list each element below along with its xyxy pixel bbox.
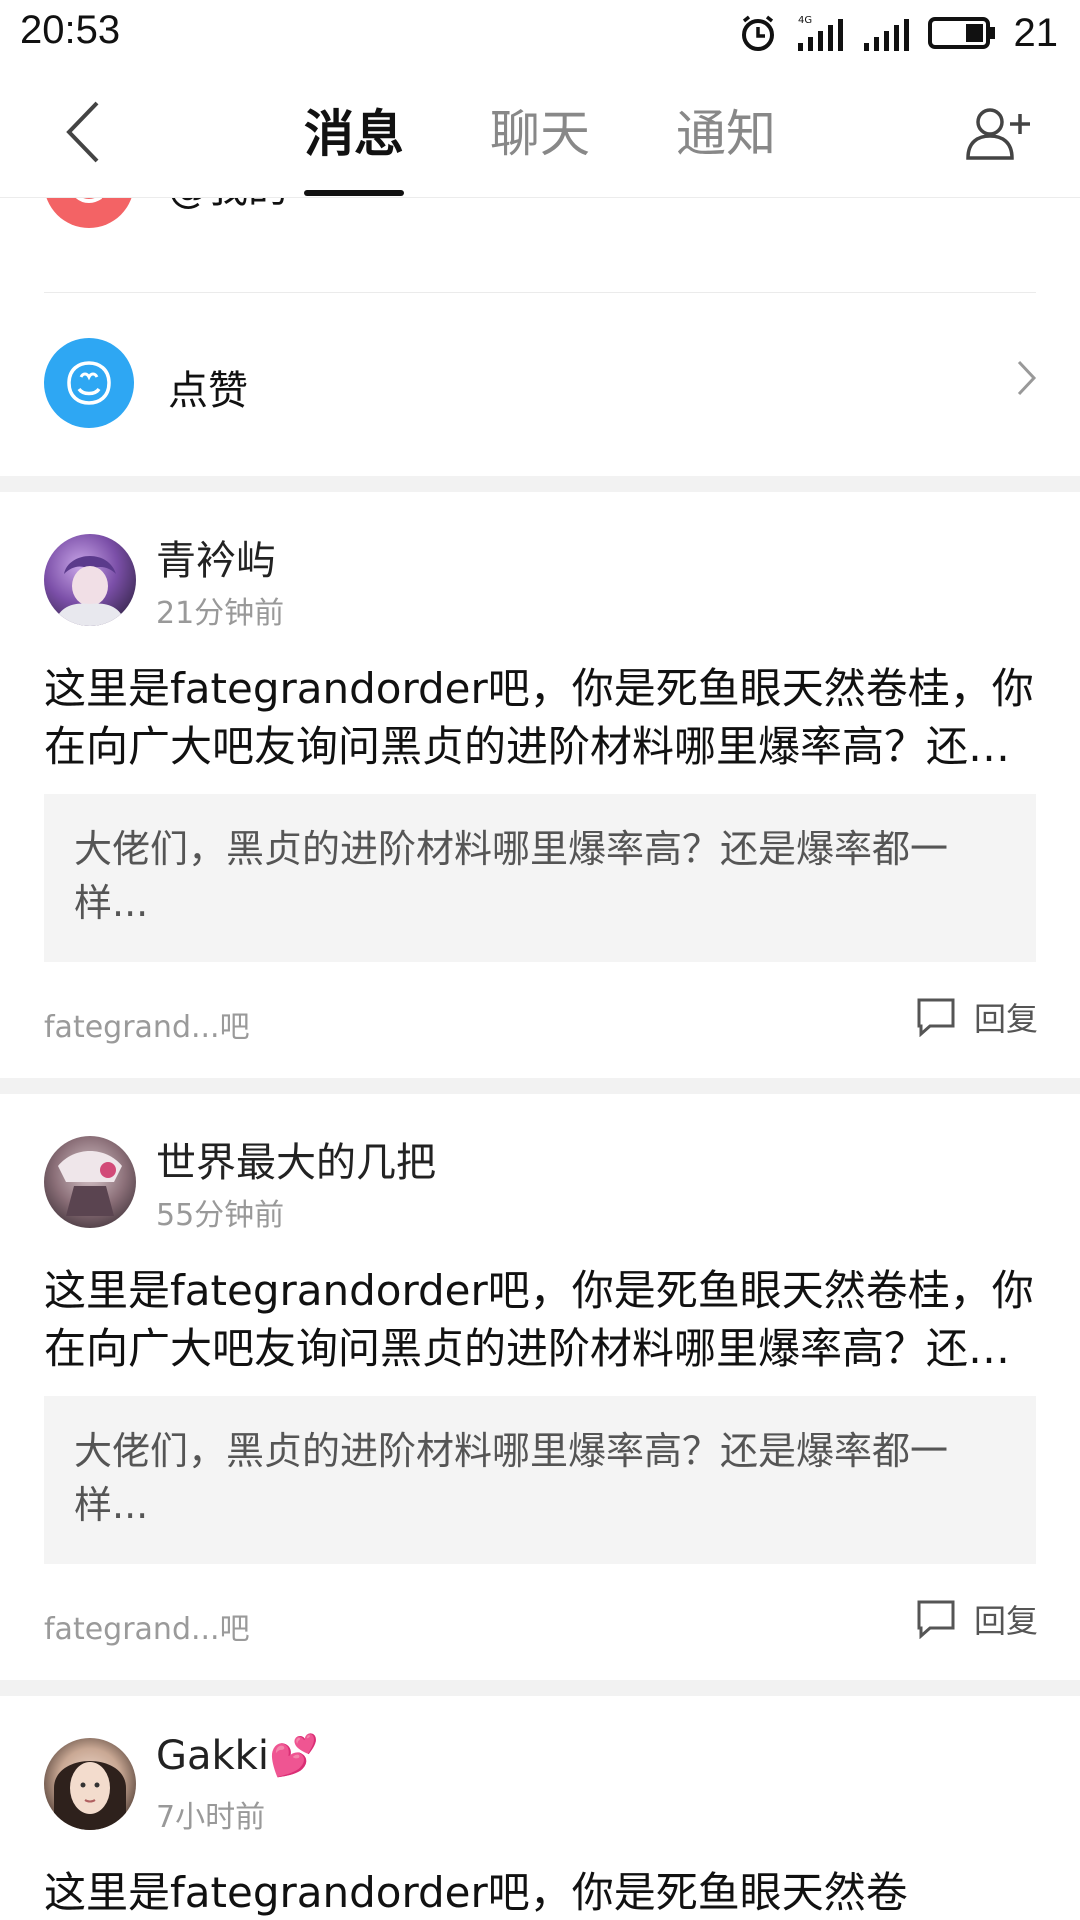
section-gap: [0, 1680, 1080, 1696]
post-time: 21分钟前: [156, 596, 285, 631]
section-gap: [0, 1078, 1080, 1094]
forum-name[interactable]: fategrand...吧: [44, 1002, 250, 1046]
menu-item-at-me[interactable]: @我的: [0, 198, 1080, 258]
username[interactable]: 世界最大的几把: [156, 1130, 436, 1188]
status-icons: 4G 21: [738, 8, 1059, 58]
at-icon: [44, 198, 134, 228]
add-friend-button[interactable]: [964, 104, 1034, 164]
tab-notifications[interactable]: 通知: [676, 94, 776, 166]
battery-icon: [927, 17, 995, 49]
reply-content[interactable]: 这里是fategrandorder吧，你是死鱼眼天然卷: [44, 1864, 1040, 1920]
tab-chat[interactable]: 聊天: [490, 94, 590, 166]
battery-level: 21: [1013, 10, 1059, 55]
divider: [44, 292, 1036, 293]
status-time: 20:53: [20, 8, 121, 52]
avatar[interactable]: [44, 1738, 136, 1830]
reply-card[interactable]: 世界最大的几把 55分钟前 这里是fategrandorder吧，你是死鱼眼天然…: [0, 1094, 1080, 1680]
at-me-label: @我的: [168, 198, 288, 214]
tab-bar: 消息 聊天 通知: [0, 66, 1080, 198]
section-gap: [0, 476, 1080, 492]
thumbs-up-icon: [44, 338, 134, 428]
reply-label: 回复: [973, 1000, 1038, 1038]
quoted-text: 大佬们，黑贞的进阶材料哪里爆率高？还是爆率都一样...: [74, 1429, 949, 1527]
signal-4g-icon: 4G: [797, 15, 843, 51]
reply-label: 回复: [973, 1602, 1038, 1640]
username[interactable]: 青衿屿: [156, 528, 276, 586]
comment-icon: [917, 1600, 955, 1639]
chevron-right-icon: [1017, 360, 1037, 396]
signal-icon: [863, 19, 909, 51]
quoted-post[interactable]: 大佬们，黑贞的进阶材料哪里爆率高？还是爆率都一样...: [44, 1396, 1036, 1564]
nav-bar: 消息 聊天 通知: [0, 66, 1080, 198]
comment-icon: [917, 998, 955, 1037]
active-tab-indicator: [304, 190, 404, 196]
reply-button[interactable]: 回复: [916, 1596, 1038, 1642]
likes-label: 点赞: [168, 368, 248, 414]
quoted-text: 大佬们，黑贞的进阶材料哪里爆率高？还是爆率都一样...: [74, 827, 949, 925]
avatar[interactable]: [44, 1136, 136, 1228]
status-bar: 20:53 4G 21: [0, 0, 1080, 66]
reply-card[interactable]: 青衿屿 21分钟前 这里是fategrandorder吧，你是死鱼眼天然卷桂，你…: [0, 492, 1080, 1078]
forum-name[interactable]: fategrand...吧: [44, 1604, 250, 1648]
reply-button[interactable]: 回复: [916, 994, 1038, 1040]
reply-content[interactable]: 这里是fategrandorder吧，你是死鱼眼天然卷桂，你在向广大吧友询问黑贞…: [44, 660, 1040, 776]
quoted-post[interactable]: 大佬们，黑贞的进阶材料哪里爆率高？还是爆率都一样...: [44, 794, 1036, 962]
add-friend-icon: [966, 108, 1030, 160]
menu-item-likes[interactable]: 点赞: [0, 294, 1080, 444]
reply-card[interactable]: Gakki💕 7小时前 这里是fategrandorder吧，你是死鱼眼天然卷: [0, 1696, 1080, 1920]
tab-messages[interactable]: 消息: [304, 94, 404, 166]
message-category-list: @我的 点赞: [0, 198, 1080, 476]
username[interactable]: Gakki💕: [156, 1732, 319, 1779]
post-time: 55分钟前: [156, 1198, 285, 1233]
reply-content[interactable]: 这里是fategrandorder吧，你是死鱼眼天然卷桂，你在向广大吧友询问黑贞…: [44, 1262, 1040, 1378]
alarm-icon: [741, 15, 774, 51]
post-time: 7小时前: [156, 1800, 266, 1835]
svg-text:4G: 4G: [798, 15, 812, 26]
avatar[interactable]: [44, 534, 136, 626]
